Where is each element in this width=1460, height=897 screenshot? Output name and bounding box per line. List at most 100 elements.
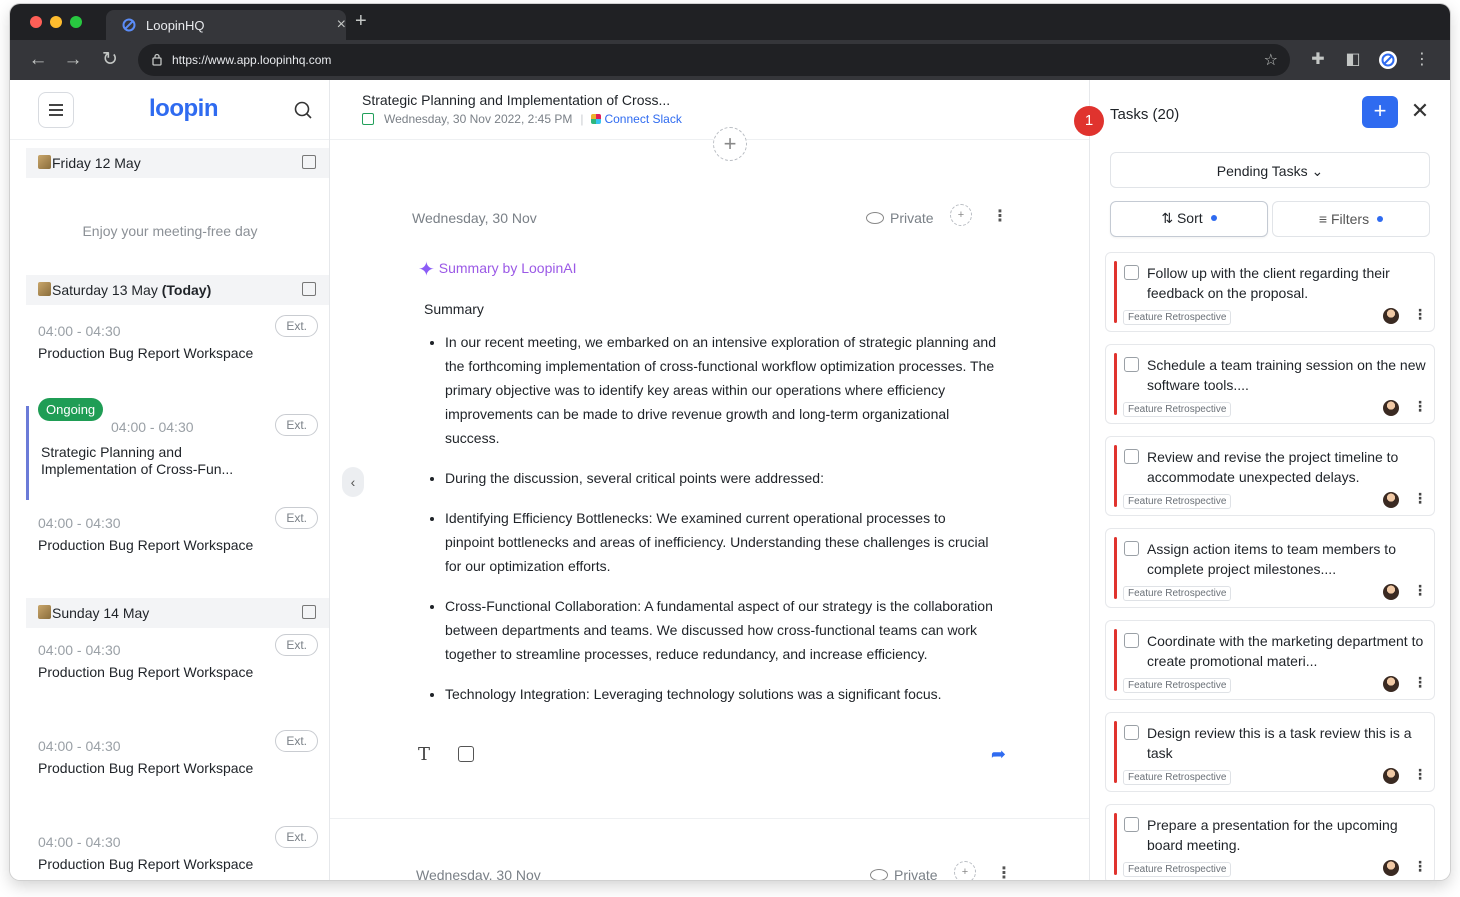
meeting-name: Production Bug Report Workspace (38, 760, 254, 776)
external-badge: Ext. (275, 826, 318, 848)
task-checkbox[interactable] (1124, 725, 1139, 740)
hamburger-menu-button[interactable] (38, 92, 74, 128)
sidebar-header: loopin (10, 80, 329, 140)
meeting-notes-panel: Strategic Planning and Implementation of… (330, 80, 1090, 880)
assignee-avatar[interactable] (1383, 492, 1399, 508)
extensions-icon[interactable]: ✚ (1308, 50, 1328, 70)
day-header-saturday: Saturday 13 May (Today) (26, 275, 329, 305)
meeting-item[interactable]: 04:00 - 04:30 Production Bug Report Work… (26, 507, 329, 595)
add-calendar-icon[interactable] (302, 282, 316, 296)
task-card[interactable]: Prepare a presentation for the upcoming … (1105, 804, 1435, 880)
calendar-emoji-icon (38, 605, 51, 619)
filters-button[interactable]: ≡ Filters (1272, 201, 1430, 237)
tab-close-icon[interactable]: × (337, 16, 346, 34)
search-icon[interactable] (294, 101, 312, 119)
task-checkbox[interactable] (1124, 817, 1139, 832)
collapse-sidebar-button[interactable]: ‹ (342, 467, 364, 497)
meeting-item[interactable]: 04:00 - 04:30 Production Bug Report Work… (26, 315, 329, 403)
meeting-item[interactable]: 04:00 - 04:30 Production Bug Report Work… (26, 826, 329, 880)
assignee-avatar[interactable] (1383, 860, 1399, 876)
assignee-avatar[interactable] (1383, 676, 1399, 692)
task-text: Follow up with the client regarding thei… (1147, 265, 1390, 301)
task-checkbox[interactable] (1124, 633, 1139, 648)
note-more-icon[interactable]: ⋮ (992, 206, 1008, 226)
add-user-icon[interactable]: + (954, 861, 976, 880)
task-more-icon[interactable]: ⋮ (1413, 858, 1427, 875)
priority-bar (1114, 537, 1117, 599)
summary-bullet: Identifying Efficiency Bottlenecks: We e… (445, 506, 996, 578)
back-icon[interactable]: ← (27, 49, 49, 71)
meeting-subtitle: Wednesday, 30 Nov 2022, 2:45 PM | Connect … (362, 112, 682, 126)
assignee-avatar[interactable] (1383, 584, 1399, 600)
close-window-button[interactable] (30, 16, 42, 28)
address-bar[interactable]: https://www.app.loopinhq.com ☆ (138, 44, 1290, 76)
task-tag: Feature Retrospective (1123, 494, 1232, 509)
task-card[interactable]: Review and revise the project timeline t… (1105, 436, 1435, 516)
maximize-window-button[interactable] (70, 16, 82, 28)
reload-icon[interactable]: ↻ (99, 49, 121, 71)
task-more-icon[interactable]: ⋮ (1413, 306, 1427, 323)
assignee-avatar[interactable] (1383, 400, 1399, 416)
forward-icon[interactable]: → (62, 49, 84, 71)
minimize-window-button[interactable] (50, 16, 62, 28)
task-tag: Feature Retrospective (1123, 770, 1232, 785)
task-card[interactable]: Follow up with the client regarding thei… (1105, 252, 1435, 332)
task-checkbox[interactable] (1124, 357, 1139, 372)
day-header-sunday: Sunday 14 May (26, 598, 329, 628)
task-more-icon[interactable]: ⋮ (1413, 490, 1427, 507)
calendar-emoji-icon (38, 155, 51, 169)
task-card[interactable]: Assign action items to team members to c… (1105, 528, 1435, 608)
add-calendar-icon[interactable] (302, 155, 316, 169)
meeting-item-active[interactable]: Ongoing 04:00 - 04:30 Strategic Planning… (26, 398, 329, 500)
side-panel-icon[interactable]: ◧ (1343, 50, 1363, 70)
note-more-icon[interactable]: ⋮ (996, 863, 1012, 880)
task-text: Design review this is a task review this… (1147, 725, 1412, 761)
meeting-item[interactable]: 04:00 - 04:30 Production Bug Report Work… (26, 730, 329, 818)
assignee-avatar[interactable] (1383, 768, 1399, 784)
task-more-icon[interactable]: ⋮ (1413, 766, 1427, 783)
add-note-button[interactable]: + (713, 127, 747, 161)
eye-off-icon (870, 869, 888, 880)
lock-icon (152, 53, 162, 66)
add-user-icon[interactable]: + (950, 204, 972, 226)
browser-tab[interactable]: LoopinHQ × (106, 10, 346, 40)
task-checkbox[interactable] (1124, 265, 1139, 280)
task-card[interactable]: Coordinate with the marketing department… (1105, 620, 1435, 700)
meeting-name: Strategic Planning and Implementation of… (41, 444, 234, 477)
day-label: Sunday 14 May (52, 605, 150, 621)
task-checkbox[interactable] (1124, 449, 1139, 464)
summary-bullet: In our recent meeting, we embarked on an… (445, 330, 996, 450)
assignee-avatar[interactable] (1383, 308, 1399, 324)
task-checkbox[interactable] (1124, 541, 1139, 556)
summary-bullet: Cross-Functional Collaboration: A fundam… (445, 594, 996, 666)
task-more-icon[interactable]: ⋮ (1413, 582, 1427, 599)
private-toggle[interactable]: Private (866, 210, 934, 226)
calendar-icon (362, 113, 374, 125)
sort-button[interactable]: ⇅ Sort (1110, 201, 1268, 237)
share-icon[interactable]: ➦ (991, 744, 1006, 765)
external-badge: Ext. (275, 414, 318, 436)
browser-toolbar: ← → ↻ https://www.app.loopinhq.com ☆ ✚ ◧… (10, 40, 1450, 80)
task-card[interactable]: Schedule a team training session on the … (1105, 344, 1435, 424)
new-tab-button[interactable]: + (355, 10, 367, 33)
browser-menu-icon[interactable]: ⋮ (1412, 50, 1432, 70)
task-more-icon[interactable]: ⋮ (1413, 398, 1427, 415)
bookmark-star-icon[interactable]: ☆ (1264, 50, 1278, 70)
meeting-item[interactable]: 04:00 - 04:30 Production Bug Report Work… (26, 634, 329, 722)
pending-tasks-dropdown[interactable]: Pending Tasks ⌄ (1110, 152, 1430, 188)
text-format-icon[interactable]: T (418, 744, 430, 765)
private-toggle[interactable]: Private (870, 867, 938, 880)
close-icon[interactable]: ✕ (1408, 96, 1432, 126)
connect-slack-link[interactable]: Connect Slack (591, 112, 682, 126)
priority-bar (1114, 813, 1117, 875)
external-badge: Ext. (275, 507, 318, 529)
task-card[interactable]: Design review this is a task review this… (1105, 712, 1435, 792)
day-header-friday: Friday 12 May (26, 148, 329, 178)
step-badge: 1 (1074, 106, 1104, 136)
add-calendar-icon[interactable] (302, 605, 316, 619)
profile-avatar-icon[interactable] (1378, 50, 1398, 70)
meeting-name: Production Bug Report Workspace (38, 345, 254, 361)
add-task-button[interactable]: + (1362, 96, 1398, 128)
template-icon[interactable] (458, 746, 474, 762)
task-more-icon[interactable]: ⋮ (1413, 674, 1427, 691)
